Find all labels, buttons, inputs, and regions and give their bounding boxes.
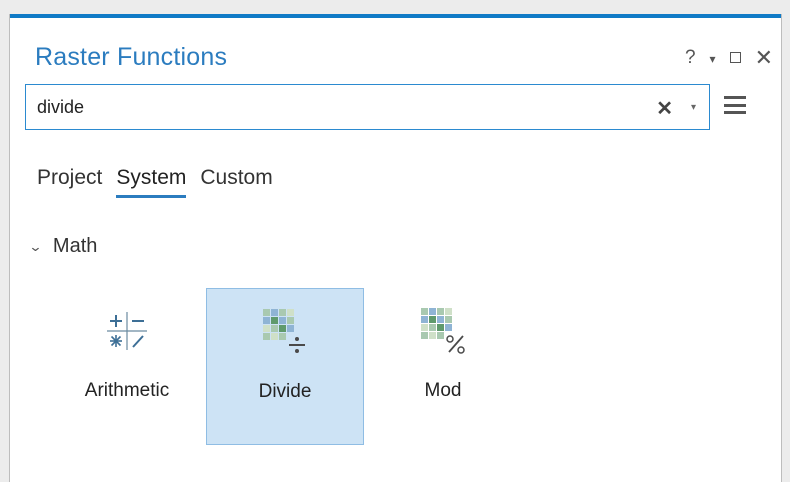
function-gallery: Arithmetic Divide Mod [48, 288, 522, 445]
close-icon[interactable]: ✕ [755, 46, 773, 68]
pane-title: Raster Functions [35, 43, 228, 71]
maximize-icon[interactable] [729, 52, 741, 63]
divide-icon [261, 307, 309, 355]
mod-icon [419, 306, 467, 354]
arithmetic-icon [103, 306, 151, 354]
group-header-math[interactable]: ⌄ Math [28, 235, 98, 258]
help-icon[interactable]: ? [685, 47, 696, 68]
function-tile-divide[interactable]: Divide [206, 288, 364, 445]
function-tile-arithmetic[interactable]: Arithmetic [48, 288, 206, 445]
tab-custom[interactable]: Custom [200, 166, 272, 196]
search-options-dropdown-icon[interactable]: ▾ [691, 102, 696, 113]
window-controls: ? ▾ ✕ [685, 46, 773, 69]
chevron-down-icon[interactable]: ⌄ [28, 239, 42, 255]
function-source-tabs: Project System Custom [37, 166, 273, 198]
function-tile-mod[interactable]: Mod [364, 288, 522, 445]
clear-search-icon[interactable]: ✕ [656, 96, 673, 121]
pane-accent-bar [10, 14, 781, 18]
function-label: Mod [424, 380, 462, 401]
tab-project[interactable]: Project [37, 166, 102, 196]
search-value[interactable]: divide [37, 97, 84, 118]
hamburger-menu-icon[interactable] [724, 96, 746, 116]
group-label: Math [52, 235, 98, 257]
tab-system[interactable]: System [116, 166, 187, 198]
search-input[interactable]: divide ✕ ▾ [25, 84, 710, 130]
function-label: Arithmetic [84, 380, 170, 401]
pane-options-dropdown-icon[interactable]: ▾ [710, 49, 716, 69]
function-label: Divide [258, 381, 312, 402]
